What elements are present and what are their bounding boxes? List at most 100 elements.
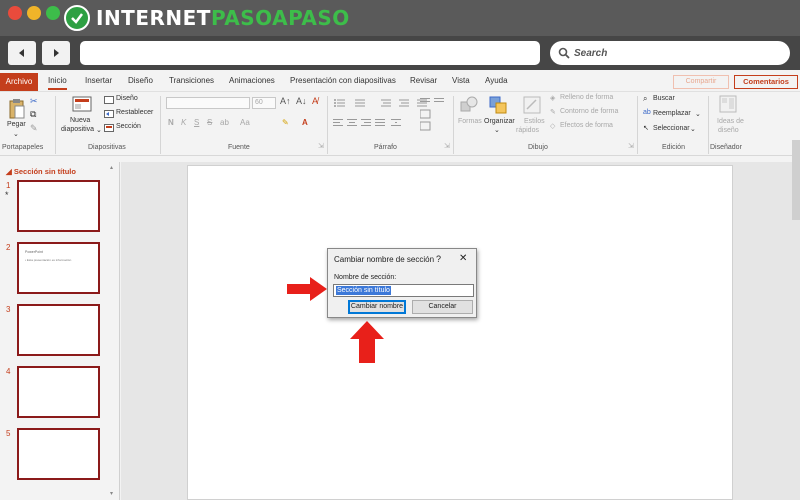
forward-button[interactable] xyxy=(42,41,70,65)
quick-styles-label-2[interactable]: rápidos xyxy=(516,127,539,134)
font-family-combo[interactable] xyxy=(166,97,250,109)
text-direction-icon[interactable] xyxy=(420,96,448,132)
section-collapse-icon[interactable]: ◢ xyxy=(6,167,14,176)
help-button[interactable]: ? xyxy=(436,254,441,264)
reset-icon xyxy=(104,110,114,118)
new-slide-dropdown-icon[interactable]: ⌄ xyxy=(96,126,102,134)
ribbon: Pegar ⌄ ✂ ⧉ ✎ Portapapeles Nueva diaposi… xyxy=(0,92,800,156)
highlight-icon[interactable]: ✎ xyxy=(282,118,289,127)
decrease-font-icon[interactable]: A↓ xyxy=(296,96,307,106)
editor-scrollbar[interactable] xyxy=(792,140,800,220)
change-case-icon[interactable]: Aa xyxy=(240,118,250,127)
select-icon[interactable]: ↖ xyxy=(643,124,649,132)
new-slide-label-2[interactable]: diapositiva xyxy=(61,126,94,133)
shapes-icon[interactable] xyxy=(460,96,478,114)
tab-transitions[interactable]: Transiciones xyxy=(169,74,214,90)
logo-icon xyxy=(64,5,90,31)
design-ideas-label-1[interactable]: Ideas de xyxy=(717,118,744,125)
logo-text-white: INTERNET xyxy=(96,6,211,30)
format-painter-icon[interactable]: ✎ xyxy=(30,123,38,134)
section-header[interactable]: ◢ Sección sin título xyxy=(6,167,76,176)
shape-effects-icon[interactable]: ◇ xyxy=(550,122,555,130)
new-slide-icon[interactable] xyxy=(72,96,92,112)
slide-thumbnail[interactable] xyxy=(17,304,100,356)
layout-icon xyxy=(104,96,114,104)
share-button[interactable]: Compartir xyxy=(673,75,729,89)
slide-thumbnail[interactable] xyxy=(17,366,100,418)
bold-button[interactable]: N xyxy=(168,118,174,127)
font-dialog-launcher-icon[interactable]: ⇲ xyxy=(318,142,324,150)
tab-animations[interactable]: Animaciones xyxy=(229,74,275,90)
tab-home[interactable]: Inicio xyxy=(48,74,67,90)
find-icon[interactable]: ⌕ xyxy=(643,94,647,104)
font-size-value: 60 xyxy=(255,99,263,106)
url-bar[interactable] xyxy=(80,41,540,65)
quick-styles-icon[interactable] xyxy=(523,96,541,114)
increase-font-icon[interactable]: A↑ xyxy=(280,96,291,106)
layout-button[interactable]: Diseño xyxy=(116,95,138,102)
tab-file[interactable]: Archivo xyxy=(0,73,38,91)
new-slide-label-1[interactable]: Nueva xyxy=(70,117,90,124)
select-dropdown-icon[interactable]: ⌄ xyxy=(690,125,696,133)
group-label-paragraph: Párrafo xyxy=(374,144,397,151)
arrange-icon[interactable] xyxy=(489,96,507,114)
close-icon[interactable]: ✕ xyxy=(459,253,467,264)
paragraph-dialog-launcher-icon[interactable]: ⇲ xyxy=(444,142,450,150)
paste-dropdown-icon[interactable]: ⌄ xyxy=(13,130,19,138)
drawing-dialog-launcher-icon[interactable]: ⇲ xyxy=(628,142,634,150)
transition-star-icon: * xyxy=(5,190,9,200)
clear-format-icon[interactable]: A̸ xyxy=(312,96,318,106)
arrange-dropdown-icon[interactable]: ⌄ xyxy=(494,126,500,134)
replace-icon[interactable]: ab xyxy=(643,109,651,116)
font-size-combo[interactable]: 60 xyxy=(252,97,276,109)
font-color-icon[interactable]: A xyxy=(302,118,308,127)
browser-search-bar[interactable]: Search xyxy=(550,41,790,65)
comments-button[interactable]: Comentarios xyxy=(734,75,798,89)
shape-outline-button[interactable]: Contorno de forma xyxy=(560,108,618,115)
strikethrough-button[interactable]: S xyxy=(207,118,212,127)
rename-button[interactable]: Cambiar nombre xyxy=(348,300,406,314)
cancel-button[interactable]: Cancelar xyxy=(412,300,473,314)
quick-styles-label-1[interactable]: Estilos xyxy=(524,118,545,125)
slide-thumbnails-pane: ◢ Sección sin título 1 * 2 PowerPoint • … xyxy=(0,162,120,500)
tab-review[interactable]: Revisar xyxy=(410,74,437,90)
search-icon xyxy=(558,47,570,59)
paste-icon[interactable] xyxy=(8,98,26,120)
shapes-button[interactable]: Formas xyxy=(458,118,482,125)
maximize-window-button[interactable] xyxy=(46,6,60,20)
character-spacing-button[interactable]: ab xyxy=(220,118,229,127)
back-button[interactable] xyxy=(8,41,36,65)
tab-insert[interactable]: Insertar xyxy=(85,74,112,90)
copy-icon[interactable]: ⧉ xyxy=(30,109,36,120)
paste-button[interactable]: Pegar xyxy=(7,121,26,128)
slide-thumbnail[interactable] xyxy=(17,180,100,232)
design-ideas-icon[interactable] xyxy=(719,95,737,113)
shape-fill-icon[interactable]: ◈ xyxy=(550,94,555,102)
slide-thumbnail[interactable]: PowerPoint • Esta presentación es inform… xyxy=(17,242,100,294)
find-button[interactable]: Buscar xyxy=(653,95,675,102)
scroll-down-icon[interactable]: ▾ xyxy=(110,490,113,497)
tab-design[interactable]: Diseño xyxy=(128,74,153,90)
replace-button[interactable]: Reemplazar xyxy=(653,110,691,117)
select-button[interactable]: Seleccionar xyxy=(653,125,690,132)
close-window-button[interactable] xyxy=(8,6,22,20)
shape-fill-button[interactable]: Relleno de forma xyxy=(560,94,613,101)
shape-effects-button[interactable]: Efectos de forma xyxy=(560,122,613,129)
underline-button[interactable]: S xyxy=(194,118,199,127)
replace-dropdown-icon[interactable]: ⌄ xyxy=(695,110,701,118)
minimize-window-button[interactable] xyxy=(27,6,41,20)
slide-thumbnail[interactable] xyxy=(17,428,100,480)
current-slide-canvas[interactable] xyxy=(187,165,733,500)
design-ideas-label-2[interactable]: diseño xyxy=(718,127,739,134)
scroll-up-icon[interactable]: ▴ xyxy=(110,164,113,171)
shape-outline-icon[interactable]: ✎ xyxy=(550,108,556,116)
section-button[interactable]: Sección xyxy=(116,123,141,130)
section-name-input[interactable]: Sección sin título xyxy=(333,284,474,297)
reset-button[interactable]: Restablecer xyxy=(116,109,153,116)
tab-help[interactable]: Ayuda xyxy=(485,74,508,90)
cut-icon[interactable]: ✂ xyxy=(30,96,38,107)
italic-button[interactable]: K xyxy=(181,118,186,127)
arrange-button[interactable]: Organizar xyxy=(484,118,515,125)
tab-slideshow[interactable]: Presentación con diapositivas xyxy=(290,74,396,90)
tab-view[interactable]: Vista xyxy=(452,74,470,90)
